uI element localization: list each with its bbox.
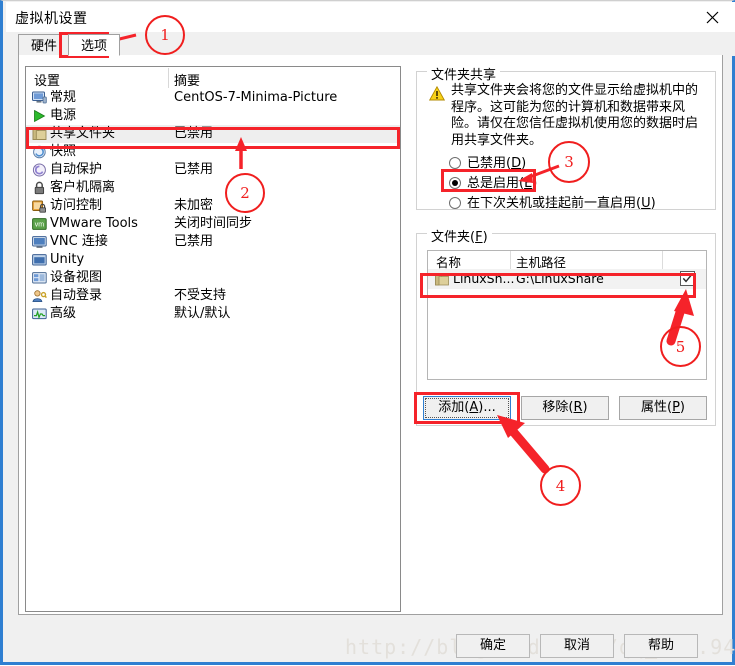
highlight-folder-row (420, 273, 696, 298)
settings-row-summary: 不受支持 (174, 288, 227, 303)
folder-sharing-group-title: 文件夹共享 (427, 64, 501, 83)
settings-row[interactable]: Unity (26, 251, 400, 269)
autoprotect-icon (32, 163, 47, 177)
settings-row-name: 常规 (50, 90, 77, 105)
unity-icon (32, 253, 47, 267)
settings-row-summary: 未加密 (174, 198, 214, 213)
svg-text:vm: vm (35, 222, 45, 229)
settings-row[interactable]: 常规 CentOS-7-Minima-Picture (26, 89, 400, 107)
close-icon[interactable] (689, 2, 735, 32)
vm-settings-window: 虚拟机设置 硬件 选项 设置 摘要 常规 CentOS-7-Minima-Pict… (0, 0, 735, 665)
settings-row[interactable]: 设备视图 (26, 269, 400, 287)
settings-row-summary: CentOS-7-Minima-Picture (174, 90, 338, 105)
cancel-button[interactable]: 取消 (540, 634, 614, 658)
annotation-marker-2: 2 (225, 173, 265, 213)
title-bar: 虚拟机设置 (6, 2, 735, 32)
settings-row-name: 访问控制 (50, 198, 103, 213)
remove-folder-button[interactable]: 移除(R) (521, 396, 609, 420)
settings-row[interactable]: 自动保护 已禁用 (26, 161, 400, 179)
ok-button[interactable]: 确定 (456, 634, 530, 658)
radio-until-shutdown-label: 在下次关机或挂起前一直启用(U) (467, 196, 656, 211)
folder-properties-button[interactable]: 属性(P) (619, 396, 707, 420)
annotation-marker-3: 3 (548, 141, 590, 183)
deviceview-icon (32, 271, 47, 285)
tab-strip: 硬件 选项 (6, 32, 735, 56)
folders-group-title: 文件夹(F) (427, 226, 492, 245)
settings-row[interactable]: 电源 (26, 107, 400, 125)
radio-until-shutdown-mark (449, 197, 461, 209)
annotation-marker-5: 5 (660, 326, 701, 367)
vnc-icon (32, 235, 47, 249)
column-header-summary: 摘要 (174, 74, 201, 89)
highlight-add-button (414, 392, 520, 424)
settings-row[interactable]: 高级 默认/默认 (26, 305, 400, 323)
vmware-tools-icon: vm (32, 217, 47, 231)
lock-icon (32, 181, 47, 195)
folders-list-header: 名称 主机路径 (428, 251, 706, 270)
column-header-setting: 设置 (34, 74, 61, 89)
settings-row-name: 自动登录 (50, 288, 103, 303)
highlight-shared-folders-row (26, 127, 400, 149)
settings-row-summary: 默认/默认 (174, 306, 231, 321)
folders-header-divider-2 (662, 251, 663, 269)
warning-icon (428, 85, 446, 101)
play-icon (32, 109, 47, 123)
access-icon (32, 199, 47, 213)
settings-row[interactable]: VNC 连接 已禁用 (26, 233, 400, 251)
settings-row-name: 设备视图 (50, 270, 103, 285)
settings-row-name: 高级 (50, 306, 77, 321)
settings-row-name: VNC 连接 (50, 234, 108, 249)
folders-header-divider-1 (510, 251, 511, 269)
settings-row[interactable]: 访问控制 未加密 (26, 197, 400, 215)
settings-row-summary: 已禁用 (174, 162, 214, 177)
annotation-marker-1: 1 (145, 15, 185, 55)
radio-disabled-mark (449, 157, 461, 169)
sharing-warning-text: 共享文件夹会将您的文件显示给虚拟机中的程序。这可能为您的计算机和数据带来风险。请… (451, 83, 699, 148)
help-button[interactable]: 帮助 (624, 634, 698, 658)
autologon-icon (32, 289, 47, 303)
header-divider (168, 68, 169, 88)
highlight-always-enabled (441, 169, 536, 192)
settings-row-name: Unity (50, 252, 85, 267)
settings-row-name: 自动保护 (50, 162, 103, 177)
tab-options[interactable]: 选项 (68, 34, 121, 56)
settings-row-summary: 已禁用 (174, 234, 214, 249)
settings-row-name: VMware Tools (50, 216, 138, 231)
settings-row[interactable]: 客户机隔离 (26, 179, 400, 197)
settings-row[interactable]: 自动登录 不受支持 (26, 287, 400, 305)
advanced-icon (32, 307, 47, 321)
settings-row[interactable]: vm VMware Tools 关闭时间同步 (26, 215, 400, 233)
settings-row-name: 电源 (50, 108, 77, 123)
monitor-icon (32, 91, 47, 105)
annotation-marker-4: 4 (540, 465, 581, 506)
settings-list-header: 设置 摘要 (26, 67, 400, 89)
settings-row-name: 客户机隔离 (50, 180, 116, 195)
settings-row-summary: 关闭时间同步 (174, 216, 253, 231)
page-title: 虚拟机设置 (15, 11, 88, 27)
